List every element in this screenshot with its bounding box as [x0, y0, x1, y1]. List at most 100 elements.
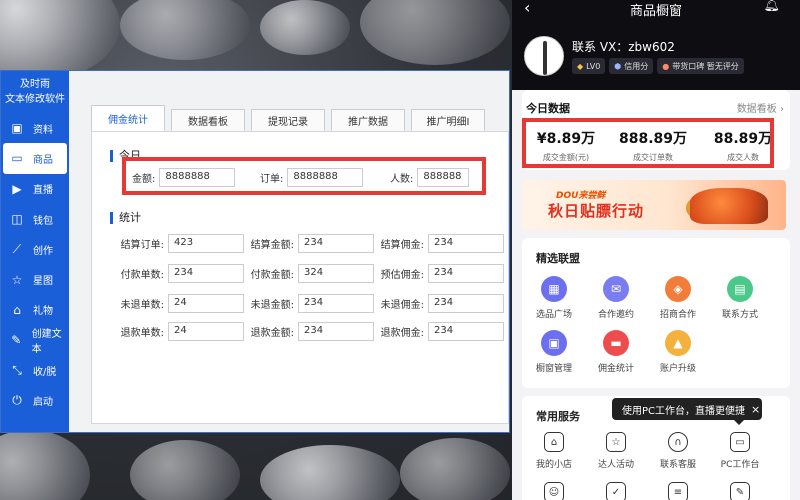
stat-field: 未退单数: 24 — [118, 294, 244, 313]
stat-label: 付款单数: — [120, 270, 164, 281]
stat-field: 结算金额: 234 — [248, 234, 374, 253]
tab-commission-stats[interactable]: 佣金统计 — [91, 105, 165, 131]
reputation-icon: ● — [662, 61, 670, 71]
sidebar-item-label: 商品 — [33, 154, 53, 166]
sidebar-item-collapse[interactable]: ⤡ 收/脱 — [1, 355, 69, 385]
profile-card-icon: ▣ — [11, 121, 23, 136]
service-pc-workbench[interactable]: ▭ PC工作台 — [710, 432, 770, 470]
sidebar-item-wallet[interactable]: ◫ 钱包 — [1, 204, 69, 234]
commission-icon: ▬ — [603, 330, 629, 356]
service-more[interactable]: ≡ — [648, 482, 708, 500]
service-customer-support[interactable]: ∩ 联系客服 — [648, 432, 708, 470]
sidebar-item-gift[interactable]: ⌂ 礼物 — [1, 295, 69, 325]
promo-banner[interactable]: DOU来尝鲜 秋日贴膘行动 — [522, 180, 786, 230]
product-icon: ▭ — [11, 151, 23, 166]
stat-label: 未退金额: — [250, 300, 294, 311]
grid-item-invite[interactable]: ✉ 合作邀约 — [586, 276, 646, 320]
grid-label: 招商合作 — [659, 310, 696, 320]
level-badge[interactable]: ◆ LV0 — [572, 58, 606, 74]
badge-label: 带货口碑 暂无评分 — [672, 61, 739, 71]
tab-promo-data[interactable]: 推广数据 — [331, 109, 405, 131]
service-creator-activity[interactable]: ☆ 达人活动 — [586, 432, 646, 470]
stat-input[interactable]: 234 — [428, 234, 504, 253]
document-icon: ≡ — [668, 482, 688, 500]
reputation-badge[interactable]: ● 带货口碑 暂无评分 — [657, 58, 744, 74]
grid-item-product-square[interactable]: ▦ 选品广场 — [524, 276, 584, 320]
sidebar-item-launch[interactable]: ⏻ 启动 — [1, 386, 69, 416]
sidebar-item-star-map[interactable]: ☆ 星图 — [1, 264, 69, 294]
tooltip-text: 使用PC工作台，直播更便捷 — [622, 405, 746, 417]
stat-field: 付款金额: 324 — [248, 264, 374, 283]
stat-input[interactable]: 234 — [428, 264, 504, 283]
diamond-icon: ◆ — [577, 61, 584, 71]
pc-workbench-tooltip: 使用PC工作台，直播更便捷 × — [612, 398, 762, 425]
stat-label: 退款单数: — [120, 328, 164, 339]
bell-icon[interactable]: 🔔︎ — [763, 0, 780, 13]
edit-doc-icon: ✎ — [730, 482, 750, 500]
headset-icon: ∩ — [668, 432, 688, 452]
credit-badge[interactable]: ⬢ 信用分 — [609, 58, 654, 74]
stat-input[interactable]: 324 — [298, 264, 374, 283]
stat-input[interactable]: 234 — [298, 234, 374, 253]
service-more[interactable]: ✎ — [710, 482, 770, 500]
featured-title: 精选联盟 — [536, 252, 580, 265]
edit-text-icon: ✎ — [11, 333, 22, 348]
grid-item-commission[interactable]: ▬ 佣金统计 — [586, 330, 646, 374]
sidebar-item-profile[interactable]: ▣ 资料 — [1, 113, 69, 143]
grid-label: 合作邀约 — [597, 310, 634, 320]
stat-input[interactable]: 24 — [168, 294, 244, 313]
contact-book-icon: ▤ — [727, 276, 753, 302]
stat-input[interactable]: 234 — [428, 322, 504, 341]
stat-input[interactable]: 234 — [298, 322, 374, 341]
stat-input[interactable]: 234 — [298, 294, 374, 313]
stat-input[interactable]: 24 — [168, 322, 244, 341]
grid-item-upgrade[interactable]: ▲ 账户升级 — [648, 330, 708, 374]
activity-star-icon: ☆ — [606, 432, 626, 452]
stat-field: 退款佣金: 234 — [378, 322, 504, 341]
stat-field: 预估佣金: 234 — [378, 264, 504, 283]
service-more[interactable]: ✓ — [586, 482, 646, 500]
avatar[interactable] — [524, 36, 564, 76]
today-data-title: 今日数据 — [526, 102, 570, 115]
stat-label: 退款金额: — [250, 328, 294, 339]
shop-icon: ⌂ — [544, 432, 564, 452]
service-my-shop[interactable]: ⌂ 我的小店 — [524, 432, 584, 470]
service-label: 达人活动 — [597, 460, 634, 470]
stat-input[interactable]: 234 — [168, 264, 244, 283]
window-manage-icon: ▣ — [541, 330, 567, 356]
sidebar-item-label: 钱包 — [33, 215, 53, 227]
sidebar-item-product[interactable]: ▭ 商品 — [3, 143, 67, 174]
grid-item-contact[interactable]: ▤ 联系方式 — [710, 276, 770, 320]
background-bubble — [260, 0, 350, 55]
sidebar-item-create-text[interactable]: ✎ 创建文本 — [1, 325, 69, 355]
wallet-icon: ◫ — [11, 212, 23, 227]
chart-trend-icon: ⟋ — [12, 241, 22, 256]
collapse-arrows-icon: ⤡ — [12, 363, 22, 378]
tab-withdraw-records[interactable]: 提现记录 — [251, 109, 325, 131]
tab-data-board[interactable]: 数据看板 — [171, 109, 245, 131]
grid-label: 账户升级 — [659, 364, 696, 374]
service-more[interactable]: ☺ — [524, 482, 584, 500]
data-board-link[interactable]: 数据看板 › — [737, 100, 784, 115]
stat-input[interactable]: 423 — [168, 234, 244, 253]
stat-label: 结算佣金: — [380, 240, 424, 251]
stat-field: 未退金额: 234 — [248, 294, 374, 313]
shield-check-icon: ✓ — [606, 482, 626, 500]
tab-promo-details[interactable]: 推广明细I — [411, 109, 485, 131]
background-bubble — [360, 0, 510, 65]
live-play-icon: ▶ — [12, 181, 22, 196]
grid-item-merchant[interactable]: ◈ 招商合作 — [648, 276, 708, 320]
stat-label: 未退佣金: — [380, 300, 424, 311]
gift-icon: ⌂ — [13, 302, 21, 317]
badge-label: 信用分 — [624, 61, 649, 71]
sidebar-item-live[interactable]: ▶ 直播 — [1, 174, 69, 204]
sidebar-item-create[interactable]: ⟋ 创作 — [1, 234, 69, 264]
stat-label: 退款佣金: — [380, 328, 424, 339]
phone-header: ‹ 商品橱窗 🔔︎ 联系 VX：zbw602 ◆ LV0 ⬢ 信用分 ● 带货口碑 暂… — [512, 0, 800, 90]
close-icon[interactable]: × — [751, 403, 760, 416]
sidebar-item-label: 礼物 — [33, 306, 53, 318]
stat-input[interactable]: 234 — [428, 294, 504, 313]
stat-field: 退款金额: 234 — [248, 322, 374, 341]
grid-item-window-manage[interactable]: ▣ 橱窗管理 — [524, 330, 584, 374]
contact-text: 联系 VX：zbw602 — [572, 40, 675, 54]
